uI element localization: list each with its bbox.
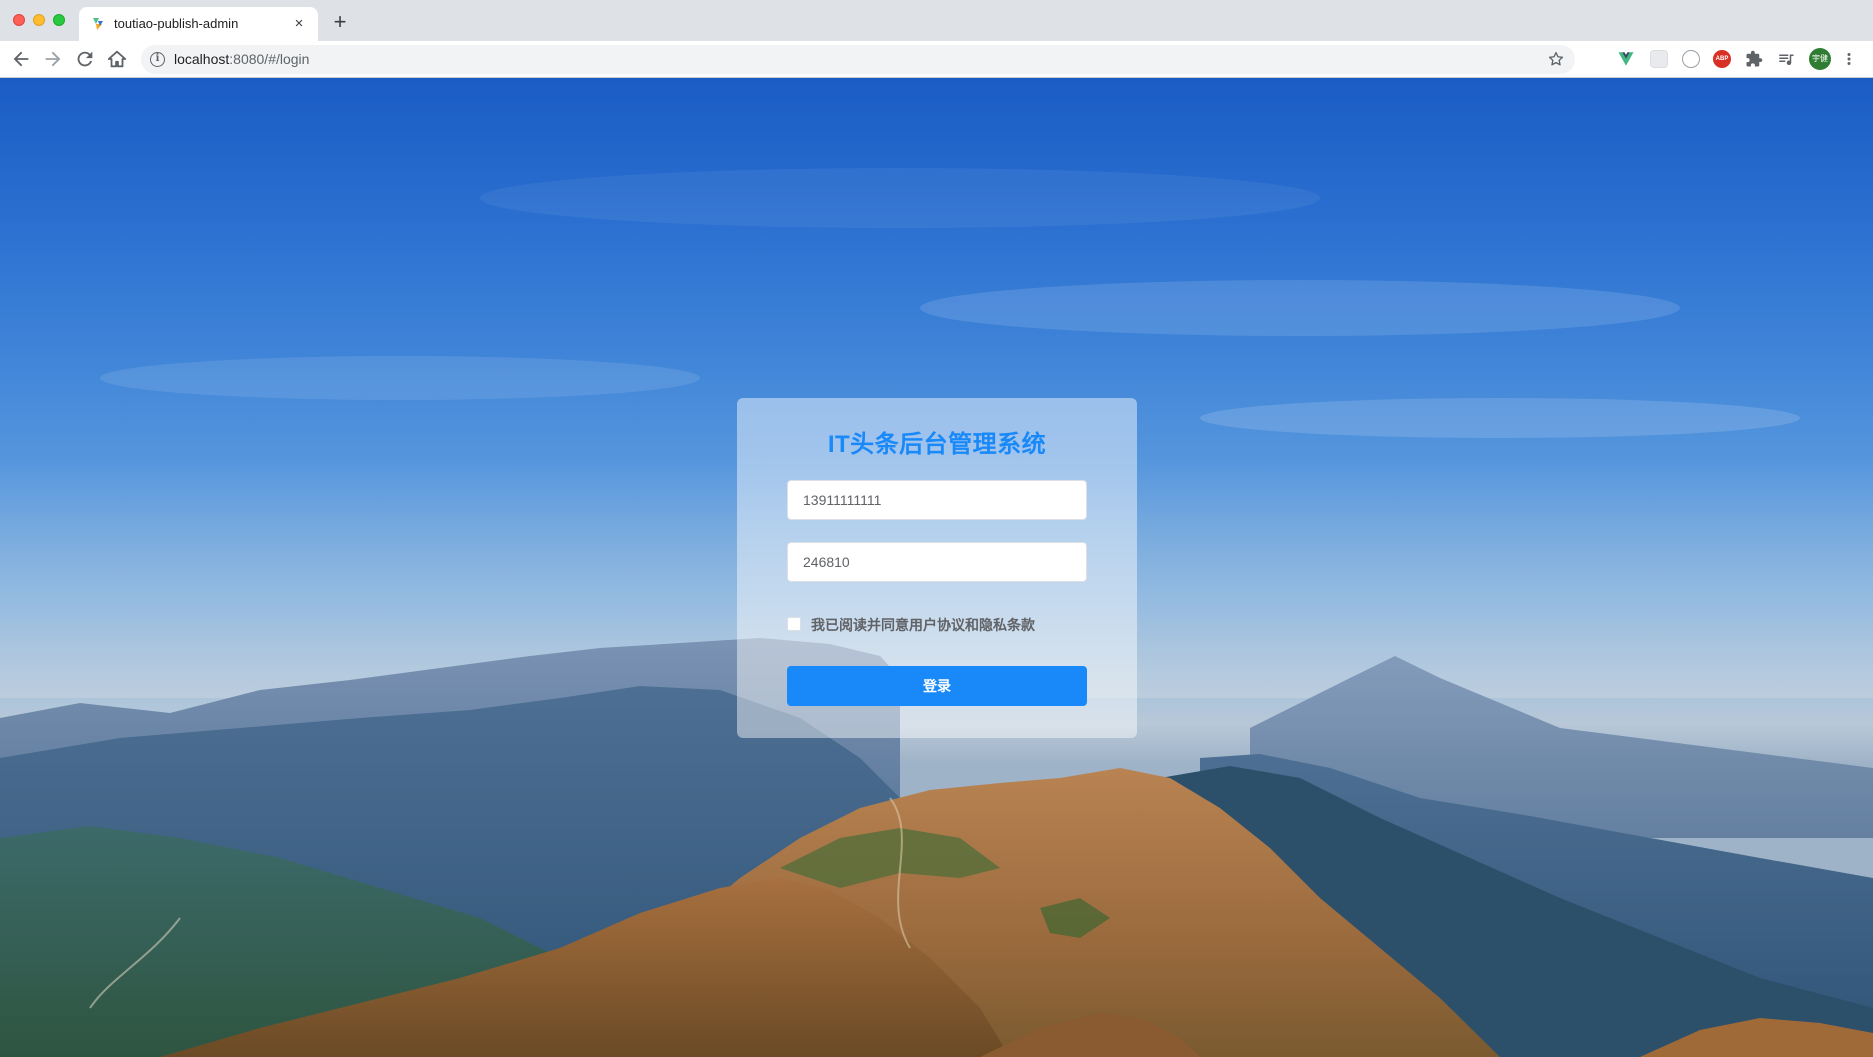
agree-label[interactable]: 我已阅读并同意用户协议和隐私条款	[811, 615, 1035, 635]
tab-close-icon[interactable]: ×	[290, 15, 308, 33]
browser-toolbar: i localhost:8080/#/login	[0, 41, 1873, 78]
grid-extension-icon[interactable]	[1650, 50, 1668, 68]
adblock-plus-icon[interactable]: ABP	[1713, 50, 1731, 68]
address-bar[interactable]: i localhost:8080/#/login	[141, 45, 1575, 74]
puzzle-icon[interactable]	[1745, 50, 1763, 68]
maximize-window-button[interactable]	[53, 14, 65, 26]
tab-title: toutiao-publish-admin	[114, 16, 239, 31]
close-window-button[interactable]	[13, 14, 25, 26]
arrow-left-icon[interactable]	[10, 48, 32, 70]
url-host: localhost	[174, 51, 230, 67]
kebab-menu-icon[interactable]	[1845, 50, 1853, 68]
site-info-icon[interactable]: i	[150, 52, 165, 67]
mobile-input[interactable]	[787, 480, 1087, 520]
agree-checkbox[interactable]	[787, 617, 801, 631]
login-button[interactable]: 登录	[787, 666, 1087, 706]
login-page: IT头条后台管理系统 我已阅读并同意用户协议和隐私条款 登录	[0, 78, 1873, 1057]
media-queue-icon[interactable]	[1777, 50, 1795, 68]
vue-devtools-icon[interactable]	[1617, 50, 1635, 68]
login-title: IT头条后台管理系统	[827, 431, 1047, 458]
browser-tab-active[interactable]: toutiao-publish-admin ×	[79, 7, 318, 41]
home-icon[interactable]	[106, 48, 128, 70]
star-icon[interactable]	[1547, 50, 1565, 68]
verification-code-input[interactable]	[787, 542, 1087, 582]
new-tab-button[interactable]: +	[330, 11, 350, 33]
browser-chrome: toutiao-publish-admin × + i localhost:80…	[0, 0, 1873, 78]
minimize-window-button[interactable]	[33, 14, 45, 26]
tab-strip: toutiao-publish-admin × +	[0, 0, 1873, 41]
arrow-right-icon[interactable]	[42, 48, 64, 70]
address-url[interactable]: localhost:8080/#/login	[174, 51, 309, 67]
reload-icon[interactable]	[74, 48, 96, 70]
login-card: IT头条后台管理系统 我已阅读并同意用户协议和隐私条款 登录	[737, 398, 1137, 738]
profile-avatar[interactable]: 宇健	[1809, 48, 1831, 70]
vue-style-favicon-icon	[91, 17, 105, 31]
clock-extension-icon[interactable]	[1682, 50, 1700, 68]
url-path: :8080/#/login	[229, 51, 310, 67]
